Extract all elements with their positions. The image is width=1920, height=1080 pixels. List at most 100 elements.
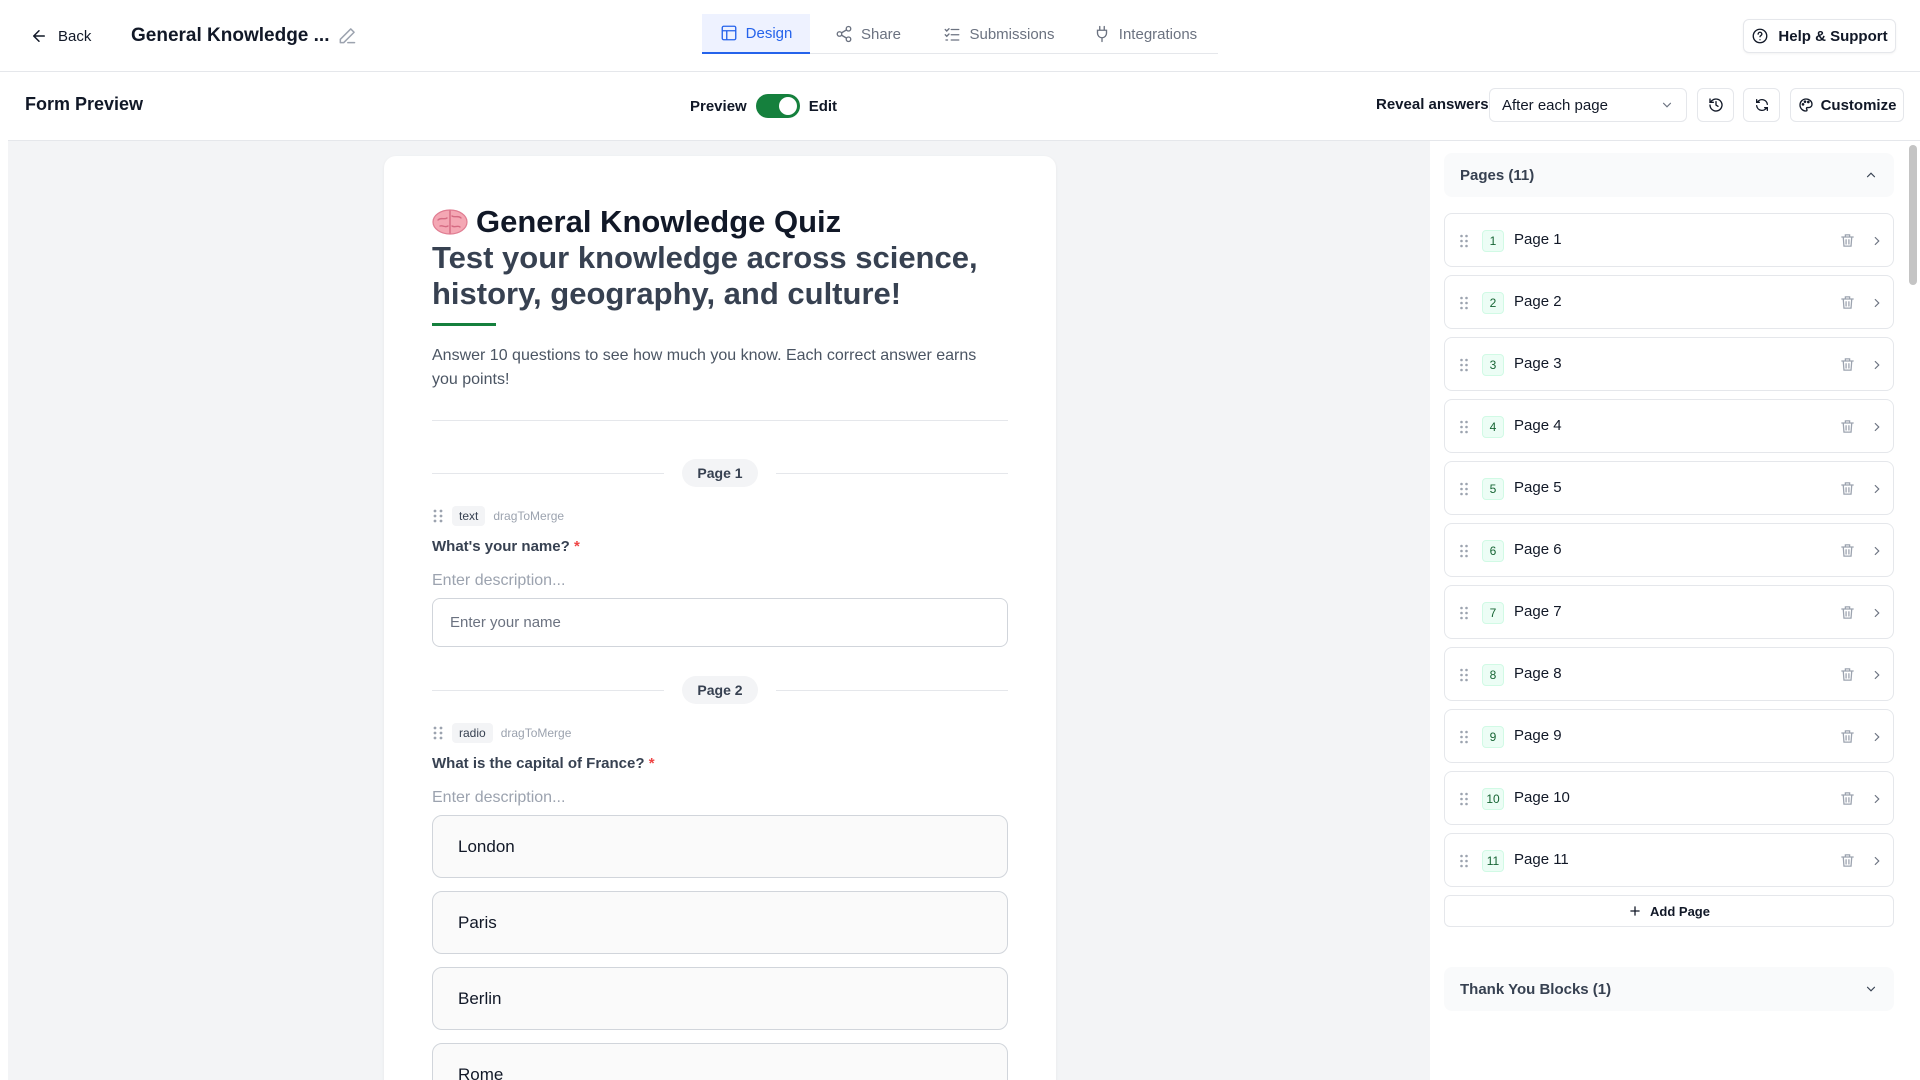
chevron-right-icon[interactable] — [1870, 296, 1884, 310]
scrollbar-thumb[interactable] — [1909, 145, 1917, 285]
title-accent-line — [432, 323, 496, 326]
drag-handle-icon[interactable] — [432, 508, 444, 524]
page-item[interactable]: 8 Page 8 — [1444, 647, 1894, 701]
panel-scrollbar[interactable] — [1908, 145, 1918, 1080]
trash-icon[interactable] — [1839, 232, 1856, 249]
chevron-down-icon — [1866, 986, 1876, 992]
page-item-label: Page 1 — [1514, 231, 1562, 248]
drag-handle-icon[interactable] — [1459, 233, 1469, 249]
option-paris[interactable]: Paris — [432, 891, 1008, 954]
trash-icon[interactable] — [1839, 418, 1856, 435]
tab-integrations[interactable]: Integrations — [1072, 14, 1218, 54]
q2-description[interactable]: Enter description... — [432, 789, 565, 807]
option-london[interactable]: London — [432, 815, 1008, 878]
chevron-right-icon[interactable] — [1870, 482, 1884, 496]
divider-line — [432, 690, 664, 691]
page-item[interactable]: 1 Page 1 — [1444, 213, 1894, 267]
drag-handle-icon[interactable] — [1459, 295, 1469, 311]
page-item[interactable]: 4 Page 4 — [1444, 399, 1894, 453]
page-item-label: Page 5 — [1514, 479, 1562, 496]
trash-icon[interactable] — [1839, 852, 1856, 869]
q2-label-row: What is the capital of France? * — [432, 755, 655, 772]
quiz-title: General Knowledge Quiz — [476, 204, 842, 239]
layout-icon — [721, 25, 737, 41]
page-item[interactable]: 3 Page 3 — [1444, 337, 1894, 391]
drag-handle-icon[interactable] — [1459, 853, 1469, 869]
option-berlin[interactable]: Berlin — [432, 967, 1008, 1030]
drag-handle-icon[interactable] — [1459, 543, 1469, 559]
tab-design[interactable]: Design — [702, 14, 810, 54]
page-item[interactable]: 5 Page 5 — [1444, 461, 1894, 515]
trash-icon[interactable] — [1839, 604, 1856, 621]
drag-handle-icon[interactable] — [1459, 419, 1469, 435]
customize-button[interactable]: Customize — [1790, 88, 1904, 122]
refresh-button[interactable] — [1743, 88, 1780, 122]
history-button[interactable] — [1697, 88, 1734, 122]
quiz-intro: Answer 10 questions to see how much you … — [432, 347, 977, 388]
option-rome[interactable]: Rome — [432, 1043, 1008, 1080]
page-item[interactable]: 7 Page 7 — [1444, 585, 1894, 639]
page-number-badge: 9 — [1482, 726, 1504, 748]
preview-label: Preview — [690, 97, 747, 115]
q1-description[interactable]: Enter description... — [432, 572, 565, 590]
arrow-left-icon — [33, 30, 45, 42]
chevron-right-icon[interactable] — [1870, 668, 1884, 682]
preview-edit-switch[interactable] — [755, 94, 800, 118]
q1-label-row: What's your name? * — [432, 538, 580, 555]
page-number-badge: 10 — [1482, 788, 1504, 810]
drag-handle-icon[interactable] — [1459, 605, 1469, 621]
page-item[interactable]: 10 Page 10 — [1444, 771, 1894, 825]
drag-handle-icon[interactable] — [1459, 791, 1469, 807]
page-item-label: Page 8 — [1514, 665, 1562, 682]
drag-handle-icon[interactable] — [1459, 481, 1469, 497]
page-item[interactable]: 6 Page 6 — [1444, 523, 1894, 577]
form-canvas: General Knowledge Quiz Test your knowled… — [8, 141, 1430, 1080]
chevron-down-icon — [1662, 102, 1672, 108]
q2-type-chip: radio — [452, 723, 493, 743]
trash-icon[interactable] — [1839, 542, 1856, 559]
chevron-right-icon[interactable] — [1870, 358, 1884, 372]
tab-submissions-label: Submissions — [969, 25, 1055, 43]
trash-icon[interactable] — [1839, 294, 1856, 311]
reveal-answers-value: After each page — [1502, 96, 1608, 114]
page-item[interactable]: 2 Page 2 — [1444, 275, 1894, 329]
chevron-right-icon[interactable] — [1870, 420, 1884, 434]
page-item[interactable]: 11 Page 11 — [1444, 833, 1894, 887]
chevron-right-icon[interactable] — [1870, 606, 1884, 620]
pencil-icon[interactable] — [337, 26, 357, 46]
drag-handle-icon[interactable] — [1459, 357, 1469, 373]
page-1-divider: Page 1 — [432, 459, 1008, 487]
customize-label: Customize — [1820, 96, 1897, 114]
divider-line — [776, 473, 1008, 474]
drag-handle-icon[interactable] — [1459, 667, 1469, 683]
reveal-answers-label: Reveal answers — [1376, 96, 1489, 113]
chevron-right-icon[interactable] — [1870, 730, 1884, 744]
tab-share[interactable]: Share — [810, 14, 926, 54]
page-item[interactable]: 9 Page 9 — [1444, 709, 1894, 763]
pages-accordion-header[interactable]: Pages (11) — [1444, 153, 1894, 197]
thank-you-header-label: Thank You Blocks (1) — [1460, 980, 1612, 998]
name-input[interactable]: Enter your name — [432, 598, 1008, 647]
preview-edit-toggle-group: Preview Edit — [690, 94, 837, 118]
trash-icon[interactable] — [1839, 666, 1856, 683]
thank-you-accordion-header[interactable]: Thank You Blocks (1) — [1444, 967, 1894, 1011]
chevron-right-icon[interactable] — [1870, 792, 1884, 806]
chevron-right-icon[interactable] — [1870, 544, 1884, 558]
trash-icon[interactable] — [1839, 790, 1856, 807]
back-button[interactable]: Back — [30, 22, 91, 50]
add-page-button[interactable]: Add Page — [1444, 895, 1894, 927]
page-number-badge: 11 — [1482, 850, 1504, 872]
reveal-answers-select[interactable]: After each page — [1489, 88, 1687, 122]
quiz-subtitle: Test your knowledge across science, hist… — [432, 240, 978, 311]
q1-meta: text dragToMerge — [432, 506, 564, 526]
drag-handle-icon[interactable] — [1459, 729, 1469, 745]
help-support-button[interactable]: Help & Support — [1743, 19, 1896, 53]
trash-icon[interactable] — [1839, 356, 1856, 373]
form-preview-title: Form Preview — [25, 94, 144, 114]
trash-icon[interactable] — [1839, 728, 1856, 745]
chevron-right-icon[interactable] — [1870, 234, 1884, 248]
drag-handle-icon[interactable] — [432, 725, 444, 741]
tab-submissions[interactable]: Submissions — [926, 14, 1072, 54]
trash-icon[interactable] — [1839, 480, 1856, 497]
chevron-right-icon[interactable] — [1870, 854, 1884, 868]
